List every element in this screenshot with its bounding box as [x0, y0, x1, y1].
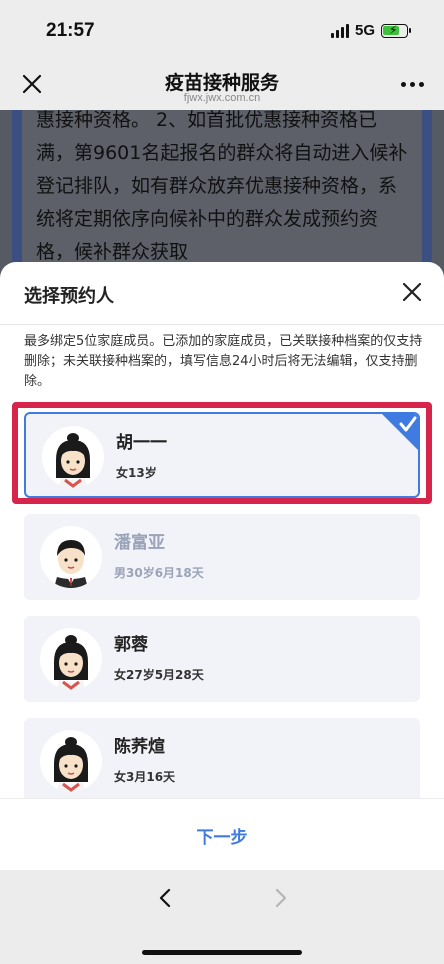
member-info: 女13岁	[116, 466, 157, 480]
page-title: 疫苗接种服务	[164, 72, 279, 94]
girl-avatar-icon	[42, 426, 104, 488]
member-info: 女3月16天	[114, 770, 176, 784]
close-icon[interactable]	[400, 280, 424, 304]
status-indicators: 5G ⚡	[330, 22, 411, 39]
home-indicator	[142, 950, 302, 955]
member-info: 男30岁6月18天	[114, 566, 204, 580]
browser-toolbar	[0, 870, 444, 964]
sheet-title: 选择预约人	[24, 286, 114, 307]
more-icon[interactable]	[401, 82, 424, 87]
girl-avatar-icon	[40, 730, 102, 792]
background-text: 惠接种资格。 2、如首批优惠接种资格已满，第9601名起报名的群众将自动进入候补…	[36, 110, 408, 263]
member-name: 潘富亚	[114, 533, 165, 553]
check-icon	[382, 414, 418, 450]
member-name: 胡一一	[116, 433, 167, 453]
member-name: 陈荞煊	[114, 737, 165, 757]
member-name: 郭蓉	[114, 635, 148, 655]
notice-text: 最多绑定5位家庭成员。已添加的家庭成员，已关联接种档案的仅支持删除；未关联接种档…	[24, 334, 423, 389]
member-info: 女27岁5月28天	[114, 668, 204, 682]
girl-avatar-icon	[40, 628, 102, 690]
next-step-bar: 下一步	[0, 798, 444, 870]
divider	[0, 324, 444, 325]
member-card[interactable]: 郭蓉 女27岁5月28天	[24, 616, 420, 702]
battery-icon: ⚡	[381, 23, 411, 38]
nav-bar: 疫苗接种服务 fjwx.jwx.com.cn	[0, 58, 444, 110]
status-bar: 21:57 5G ⚡	[0, 0, 444, 58]
member-list[interactable]: 胡一一 女13岁 潘富亚 男30岁6月18天 郭蓉 女27岁5月28天 陈荞煊 …	[0, 402, 444, 798]
page-url: fjwx.jwx.com.cn	[183, 92, 261, 104]
next-step-button[interactable]: 下一步	[0, 823, 444, 848]
member-card-selected[interactable]: 胡一一 女13岁	[24, 412, 420, 498]
member-card[interactable]: 陈荞煊 女3月16天	[24, 718, 420, 798]
status-time: 21:57	[46, 20, 95, 41]
select-member-sheet: 选择预约人 最多绑定5位家庭成员。已添加的家庭成员，已关联接种档案的仅支持删除；…	[0, 262, 444, 870]
member-card-disabled[interactable]: 潘富亚 男30岁6月18天	[24, 514, 420, 600]
back-arrow-icon[interactable]	[154, 886, 178, 910]
forward-arrow-icon[interactable]	[268, 886, 292, 910]
boy-avatar-icon	[40, 526, 102, 588]
network-label: 5G	[354, 22, 375, 39]
signal-icon	[330, 23, 349, 38]
